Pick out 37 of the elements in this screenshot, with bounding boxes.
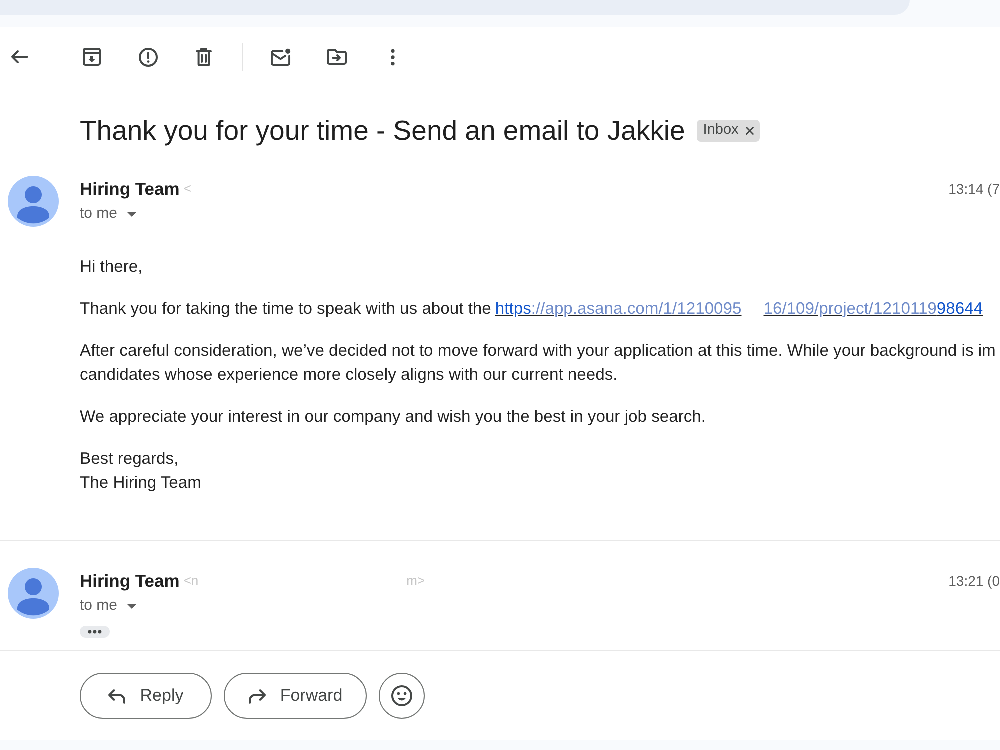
more-vertical-icon [391, 48, 395, 66]
sender-name: Hiring Team [80, 178, 180, 201]
envelope-dot-icon [270, 48, 292, 66]
exclamation-circle-icon [138, 48, 158, 66]
recipients-button[interactable]: to me [80, 597, 137, 615]
reply-arrow-icon [108, 688, 126, 704]
message-time: 13:14 (7 [948, 180, 1000, 199]
body-paragraph: After careful consideration, we’ve decided not to move forward with your application at this time. While your background is im candidates whose experience more closely aligns with our current needs. [80, 340, 997, 386]
forward-button[interactable]: Forward [224, 673, 367, 719]
archive-icon [83, 48, 101, 66]
show-trimmed-content-button[interactable] [80, 626, 110, 638]
sender-address: <n [184, 572, 199, 590]
body-paragraph: We appreciate your interest in our company and wish you the best in your job search. [80, 406, 707, 428]
body-paragraph: Thank you for taking the time to speak with us about the https://app.asana.com/1/1210095 16/109/project/121011998644 [80, 298, 984, 320]
sender-address: < [184, 180, 192, 198]
avatar-icon [8, 568, 59, 619]
email-subject: Thank you for your time - Send an email to Jakkie [80, 114, 686, 148]
body-paragraph: Hi there, [80, 256, 144, 278]
message-time: 13:21 (0 [948, 572, 1000, 591]
body-paragraph: Best regards, The Hiring Team [80, 448, 202, 494]
smiley-icon [391, 685, 413, 707]
link[interactable]: https://app.asana.com/1/1210095 16/109/project/121011998644 [495, 299, 984, 318]
sender-address: m> [406, 572, 426, 590]
trash-icon [196, 48, 212, 66]
reply-button[interactable]: Reply [80, 673, 212, 719]
close-icon[interactable] [746, 127, 754, 135]
caret-down-icon [126, 212, 137, 216]
emoji-reaction-button[interactable] [379, 673, 425, 719]
folder-arrow-icon [327, 49, 347, 65]
ellipsis-icon [88, 630, 102, 634]
label-text: Inbox [703, 121, 739, 140]
caret-down-icon [126, 604, 137, 608]
avatar-icon [8, 176, 59, 227]
back-arrow-icon [11, 50, 29, 64]
recipients-button[interactable]: to me [80, 205, 137, 223]
forward-arrow-icon [248, 688, 266, 704]
sender-name: Hiring Team [80, 570, 180, 593]
